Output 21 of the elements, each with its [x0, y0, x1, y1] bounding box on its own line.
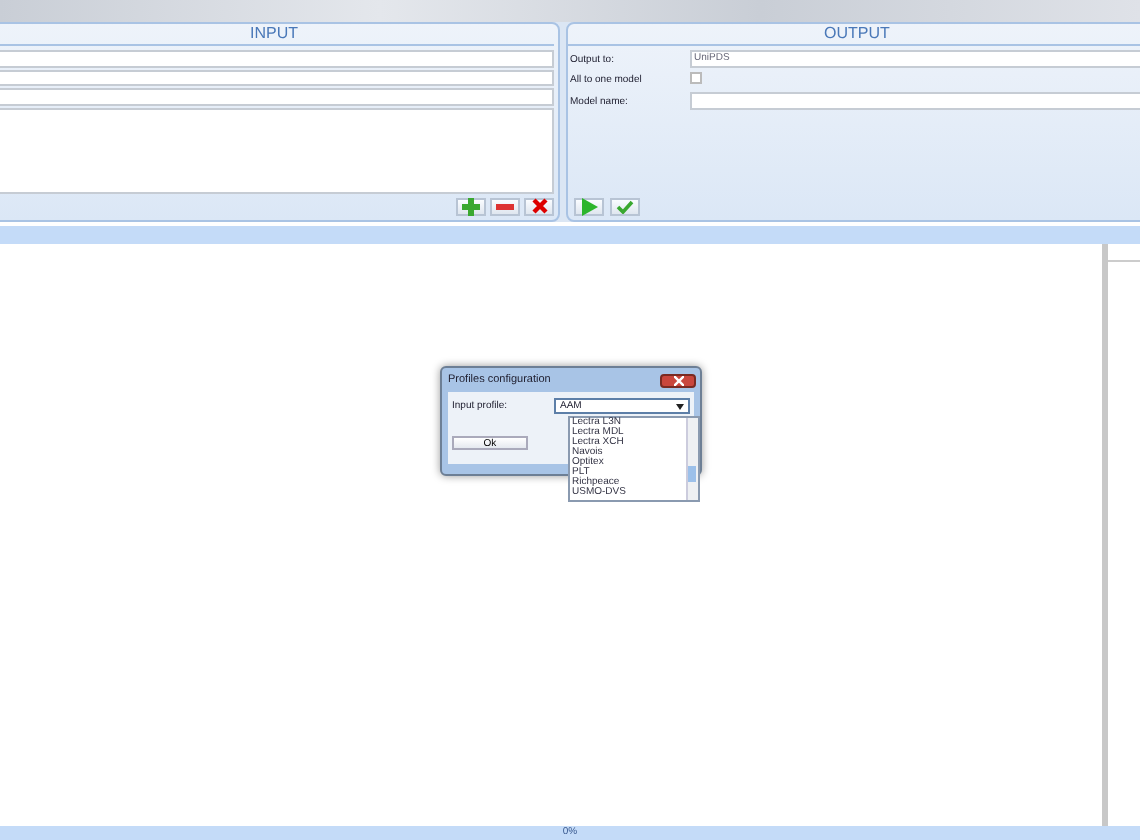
remove-button[interactable]: [490, 197, 520, 216]
delete-button[interactable]: [524, 197, 554, 216]
text-field[interactable]: [690, 92, 1140, 110]
confirm-button[interactable]: [610, 198, 640, 216]
scrollbar[interactable]: [686, 418, 698, 500]
input-field[interactable]: [0, 69, 554, 87]
plus-icon: [462, 197, 480, 216]
cross-icon: [531, 198, 547, 215]
play-icon: [581, 198, 597, 216]
close-icon: [673, 375, 683, 385]
caret-icon: [676, 403, 684, 409]
panel-title: INPUT: [0, 24, 554, 46]
close-button[interactable]: [660, 373, 696, 387]
minus-icon: [496, 203, 514, 210]
run-button[interactable]: [574, 198, 604, 216]
input-field[interactable]: [0, 88, 554, 106]
checkbox[interactable]: [690, 72, 702, 84]
check-icon: [616, 200, 634, 214]
add-button[interactable]: [456, 197, 486, 216]
input-field[interactable]: [0, 50, 554, 68]
panel-title: OUTPUT: [568, 24, 1140, 46]
